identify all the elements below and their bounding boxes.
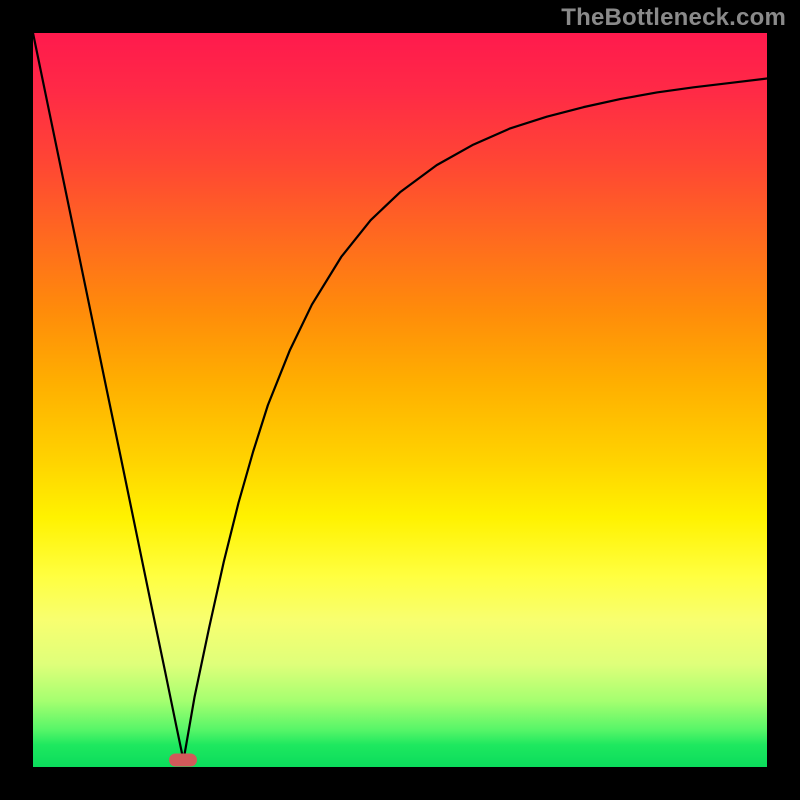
bottleneck-curve <box>33 33 767 760</box>
chart-frame: TheBottleneck.com <box>0 0 800 800</box>
watermark-text: TheBottleneck.com <box>561 4 786 32</box>
curve-svg <box>33 33 767 767</box>
plot-area <box>33 33 767 767</box>
optimal-marker <box>169 754 197 767</box>
